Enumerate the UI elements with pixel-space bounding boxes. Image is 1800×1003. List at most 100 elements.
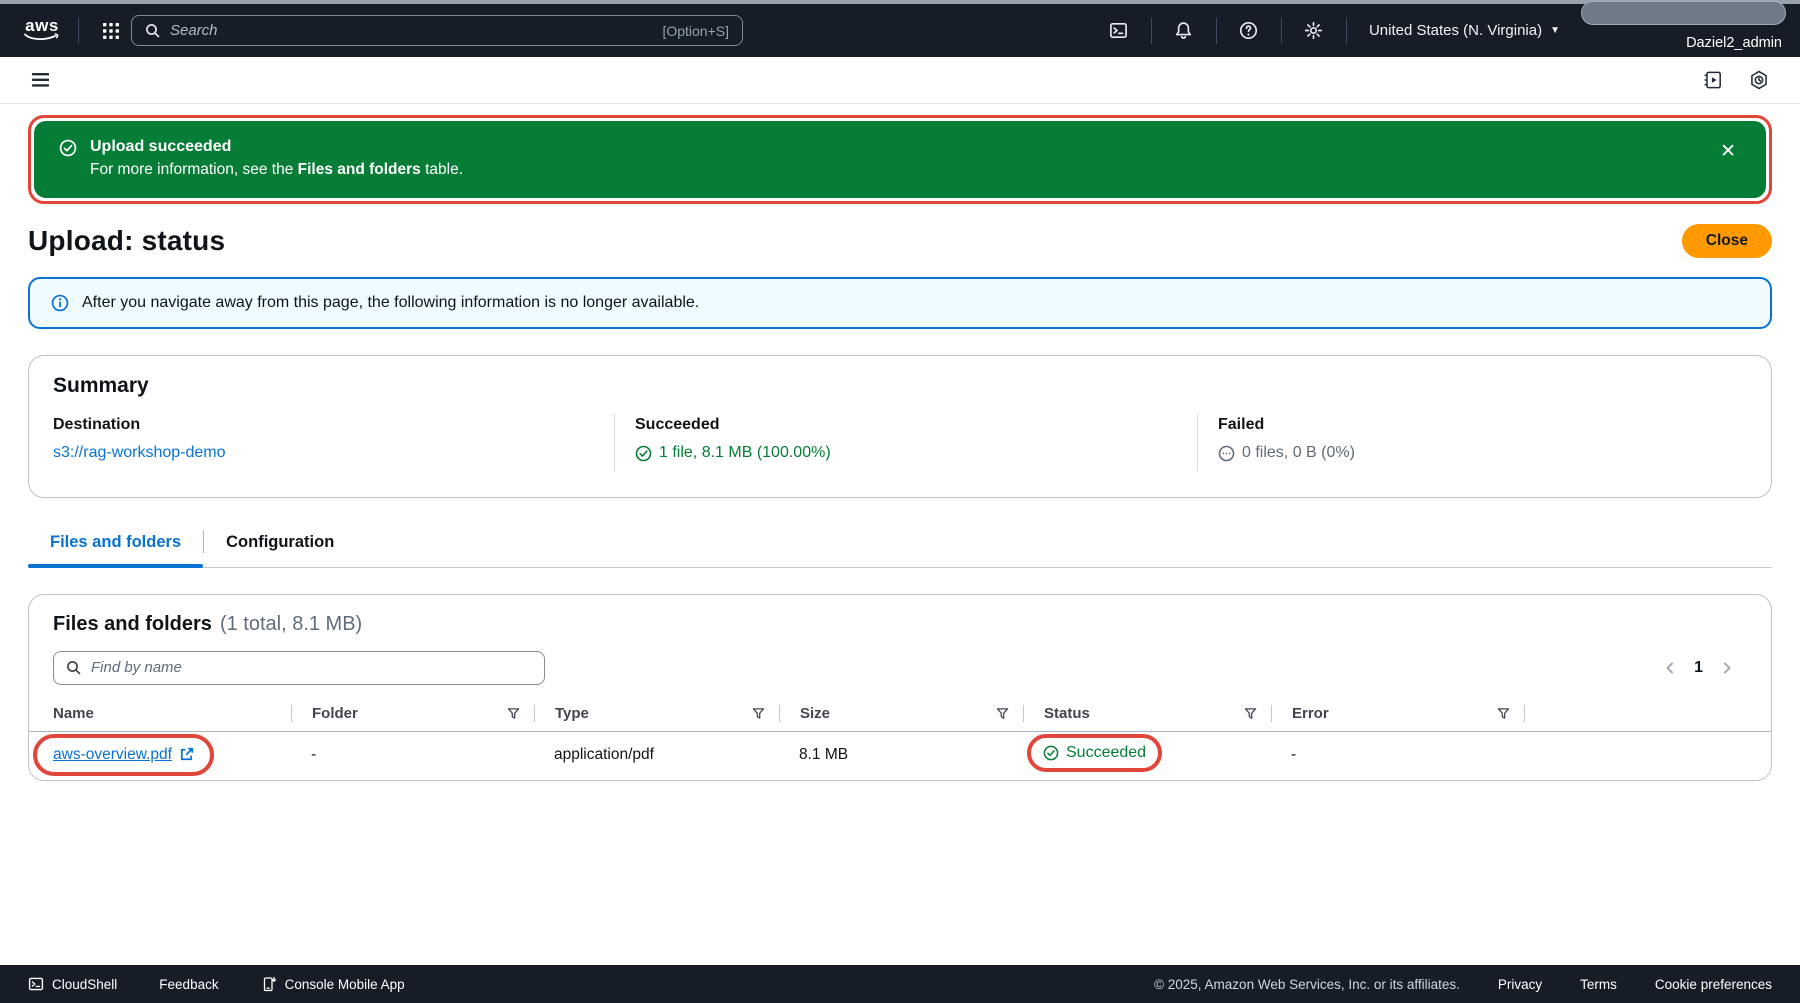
summary-title: Summary — [53, 374, 1747, 398]
succeeded-label: Succeeded — [635, 416, 1197, 434]
nav-divider — [1346, 18, 1347, 44]
page-title: Upload: status — [28, 225, 225, 257]
cell-type: application/pdf — [534, 746, 779, 764]
filter-funnel-icon[interactable] — [996, 707, 1009, 720]
ellipsis-circle-icon — [1218, 445, 1235, 462]
tutorials-panel-button[interactable] — [1698, 65, 1728, 95]
annotation-highlight-flashbar: Upload succeeded For more information, s… — [28, 115, 1772, 204]
filter-funnel-icon[interactable] — [507, 707, 520, 720]
hexagon-history-panel-button[interactable] — [1744, 65, 1774, 95]
column-label: Name — [53, 705, 94, 722]
status-text: Succeeded — [1066, 744, 1146, 762]
top-navigation: aws Search [Option+S] — [0, 4, 1800, 57]
filter-funnel-icon[interactable] — [1244, 707, 1257, 720]
tab-files-and-folders[interactable]: Files and folders — [28, 520, 203, 567]
column-header-type[interactable]: Type — [534, 705, 779, 722]
app-grid-icon — [101, 21, 121, 41]
file-name: aws-overview.pdf — [53, 746, 172, 764]
flashbar-message: For more information, see the Files and … — [90, 158, 463, 181]
settings-button[interactable] — [1296, 13, 1332, 49]
column-label: Status — [1044, 705, 1090, 722]
nav-divider — [1216, 18, 1217, 44]
table-row: aws-overview.pdf - application/pdf 8.1 M… — [29, 732, 1771, 780]
status-badge: Succeeded — [1043, 744, 1146, 762]
succeeded-value: 1 file, 8.1 MB (100.00%) — [659, 444, 831, 462]
notebook-play-icon — [1703, 70, 1723, 90]
summary-succeeded: Succeeded 1 file, 8.1 MB (100.00%) — [614, 414, 1197, 471]
cell-status: Succeeded — [1023, 744, 1271, 766]
info-alert: After you navigate away from this page, … — [28, 277, 1772, 329]
bell-icon — [1174, 21, 1193, 40]
success-check-circle-icon — [635, 445, 652, 462]
success-flashbar: Upload succeeded For more information, s… — [34, 121, 1766, 198]
services-menu-button[interactable] — [93, 13, 129, 49]
footer-mobile-app-button[interactable]: Console Mobile App — [261, 976, 405, 992]
destination-link[interactable]: s3://rag-workshop-demo — [53, 444, 226, 461]
cloudshell-label: CloudShell — [52, 977, 117, 992]
column-header-status[interactable]: Status — [1023, 705, 1271, 722]
column-header-folder[interactable]: Folder — [291, 705, 534, 722]
feedback-label: Feedback — [159, 977, 218, 992]
info-icon — [51, 294, 69, 312]
success-check-circle-icon — [1043, 745, 1059, 761]
cloudshell-button[interactable] — [1101, 13, 1137, 49]
next-page-button[interactable] — [1717, 658, 1737, 678]
summary-failed: Failed 0 files, 0 B (0%) — [1197, 414, 1747, 471]
tab-configuration[interactable]: Configuration — [204, 520, 356, 567]
hexagon-clock-icon — [1749, 70, 1769, 90]
terminal-icon — [28, 976, 44, 992]
file-link[interactable]: aws-overview.pdf — [53, 746, 194, 764]
aws-logo-text: aws — [25, 19, 59, 33]
pagination: 1 — [1660, 658, 1737, 678]
files-panel-header: Files and folders (1 total, 8.1 MB) — [29, 613, 1771, 636]
column-header-size[interactable]: Size — [779, 705, 1023, 722]
mobile-phone-download-icon — [261, 976, 277, 992]
close-button[interactable]: Close — [1682, 224, 1772, 258]
summary-grid: Destination s3://rag-workshop-demo Succe… — [53, 414, 1747, 471]
cell-name: aws-overview.pdf — [53, 746, 291, 764]
column-label: Folder — [312, 705, 358, 722]
filter-placeholder: Find by name — [91, 659, 182, 676]
flashbar-message-prefix: For more information, see the — [90, 161, 298, 178]
info-alert-text: After you navigate away from this page, … — [82, 294, 699, 312]
previous-page-button[interactable] — [1660, 658, 1680, 678]
global-search-input[interactable]: Search [Option+S] — [131, 15, 743, 46]
search-shortcut-hint: [Option+S] — [662, 23, 729, 39]
succeeded-status: 1 file, 8.1 MB (100.00%) — [635, 444, 831, 462]
region-selector[interactable]: United States (N. Virginia) ▼ — [1361, 22, 1568, 39]
side-navigation-toggle[interactable] — [26, 65, 56, 95]
filter-funnel-icon[interactable] — [752, 707, 765, 720]
column-label: Size — [800, 705, 830, 722]
footer-cloudshell-button[interactable]: CloudShell — [28, 976, 117, 992]
success-check-circle-icon — [59, 139, 77, 157]
console-footer: CloudShell Feedback Console Mobile App ©… — [0, 965, 1800, 1003]
table-header-row: Name Folder Type Size Status Error — [29, 699, 1771, 732]
nav-divider — [1281, 18, 1282, 44]
cell-size: 8.1 MB — [779, 746, 1023, 764]
terms-link[interactable]: Terms — [1580, 977, 1617, 992]
service-toolbar — [0, 57, 1800, 104]
chevron-down-icon: ▼ — [1550, 25, 1560, 36]
help-button[interactable] — [1231, 13, 1267, 49]
destination-label: Destination — [53, 416, 614, 434]
account-area[interactable]: Daziel2_admin — [1568, 4, 1780, 57]
flashbar-message-bold: Files and folders — [298, 161, 421, 178]
notifications-button[interactable] — [1166, 13, 1202, 49]
filter-funnel-icon[interactable] — [1497, 707, 1510, 720]
aws-logo[interactable]: aws — [20, 19, 64, 43]
privacy-link[interactable]: Privacy — [1498, 977, 1542, 992]
column-header-name[interactable]: Name — [53, 705, 291, 722]
nav-divider — [78, 18, 79, 44]
filter-input[interactable]: Find by name — [53, 651, 545, 685]
dismiss-notification-button[interactable]: ✕ — [1712, 136, 1744, 167]
terminal-icon — [1109, 21, 1128, 40]
column-header-error[interactable]: Error — [1271, 705, 1524, 722]
current-page-number[interactable]: 1 — [1694, 659, 1703, 677]
footer-feedback-button[interactable]: Feedback — [159, 977, 218, 992]
search-icon — [145, 23, 161, 39]
chevron-left-icon — [1662, 660, 1678, 676]
username-label: Daziel2_admin — [1686, 35, 1782, 51]
flashbar-message-suffix: table. — [421, 161, 463, 178]
cookie-preferences-link[interactable]: Cookie preferences — [1655, 977, 1772, 992]
failed-value: 0 files, 0 B (0%) — [1242, 444, 1355, 462]
